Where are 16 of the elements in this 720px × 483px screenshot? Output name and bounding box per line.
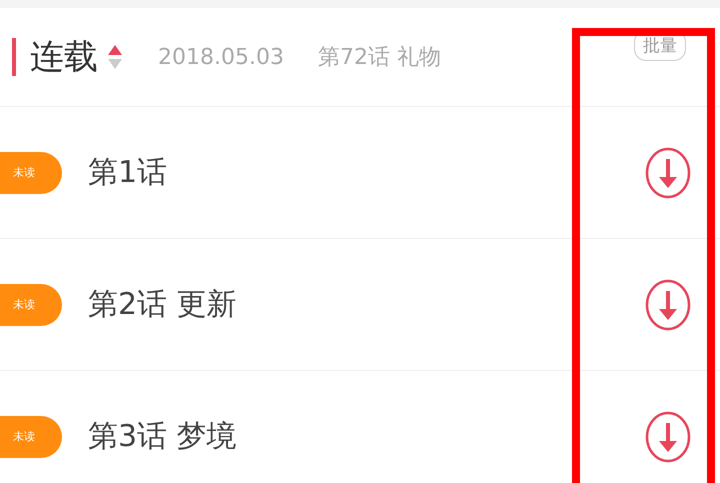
latest-chapter: 第72话 礼物 xyxy=(318,44,441,72)
chapter-title[interactable]: 第2话 更新 xyxy=(88,284,237,325)
unread-badge: 未读 xyxy=(0,152,62,194)
section-title: 连载 xyxy=(30,36,98,79)
chapter-title[interactable]: 第3话 梦境 xyxy=(88,416,237,457)
download-button[interactable] xyxy=(644,146,692,198)
update-date: 2018.05.03 xyxy=(158,44,284,70)
accent-bar xyxy=(12,38,16,76)
download-button[interactable] xyxy=(644,278,692,330)
download-icon xyxy=(644,410,692,462)
download-icon xyxy=(644,278,692,330)
download-button[interactable] xyxy=(644,410,692,462)
download-icon xyxy=(644,146,692,198)
unread-badge: 未读 xyxy=(0,416,62,458)
unread-badge: 未读 xyxy=(0,284,62,326)
chapter-title[interactable]: 第1话 xyxy=(88,152,168,193)
